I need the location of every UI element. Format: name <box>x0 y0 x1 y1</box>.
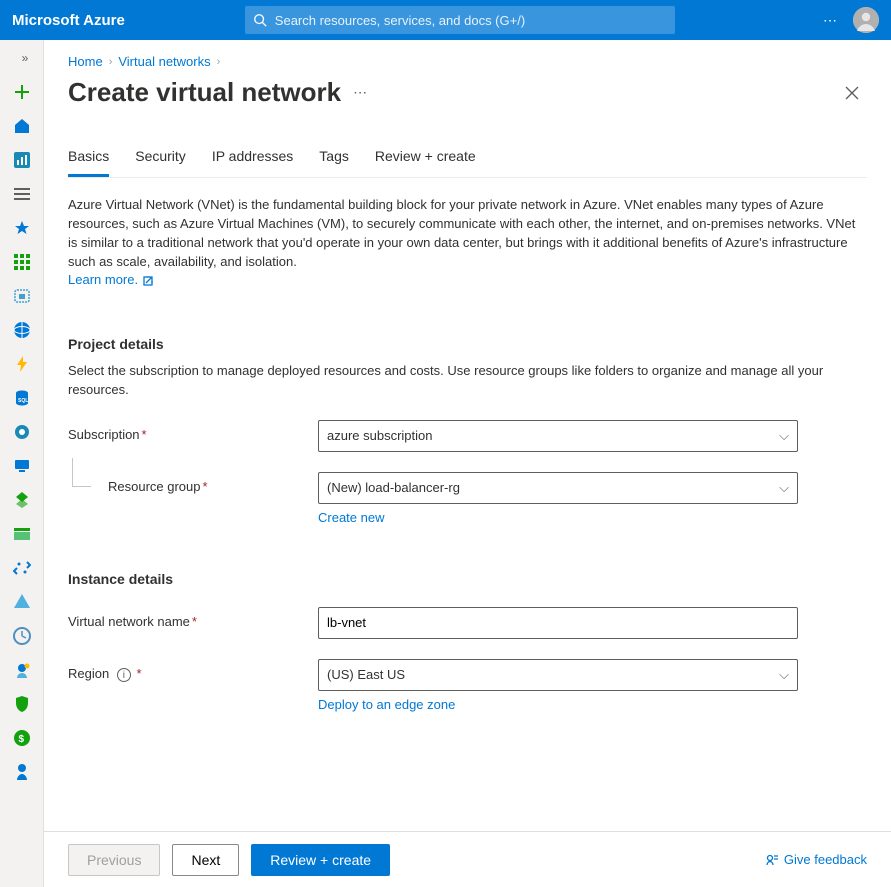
breadcrumb: Home › Virtual networks › <box>68 54 867 69</box>
main-panel: Home › Virtual networks › Create virtual… <box>44 40 891 887</box>
previous-button[interactable]: Previous <box>68 844 160 876</box>
storage-accounts-icon[interactable] <box>10 522 34 546</box>
brand-label: Microsoft Azure <box>12 12 125 29</box>
account-avatar[interactable] <box>853 7 879 33</box>
create-new-rg-link[interactable]: Create new <box>318 510 384 525</box>
app-services-icon[interactable] <box>10 318 34 342</box>
review-create-button[interactable]: Review + create <box>251 844 390 876</box>
chevron-down-icon: ⌵ <box>779 667 789 683</box>
create-resource-icon[interactable] <box>10 80 34 104</box>
function-app-icon[interactable] <box>10 352 34 376</box>
region-label: Region i * <box>68 659 318 683</box>
dashboard-icon[interactable] <box>10 148 34 172</box>
global-search[interactable] <box>245 6 675 34</box>
feedback-icon <box>765 853 779 867</box>
help-support-icon[interactable] <box>10 760 34 784</box>
region-value: (US) East US <box>327 667 405 682</box>
learn-more-link[interactable]: Learn more. <box>68 271 154 290</box>
resource-groups-icon[interactable] <box>10 284 34 308</box>
person-icon <box>853 7 879 33</box>
chevron-right-icon: › <box>109 56 113 68</box>
virtual-machines-icon[interactable] <box>10 454 34 478</box>
expand-nav-icon[interactable]: » <box>13 46 37 70</box>
resource-group-select[interactable]: (New) load-balancer-rg ⌵ <box>318 472 798 504</box>
subscription-value: azure subscription <box>327 428 433 443</box>
sql-database-icon[interactable]: SQL <box>10 386 34 410</box>
monitor-icon[interactable] <box>10 624 34 648</box>
topbar-more-button[interactable]: ⋯ <box>823 12 839 29</box>
give-feedback-link[interactable]: Give feedback <box>765 852 867 867</box>
chevron-down-icon: ⌵ <box>779 428 789 444</box>
load-balancers-icon[interactable] <box>10 488 34 512</box>
chevron-right-icon: › <box>217 56 221 68</box>
intro-paragraph: Azure Virtual Network (VNet) is the fund… <box>68 197 855 269</box>
close-blade-button[interactable] <box>837 82 867 104</box>
all-resources-icon[interactable] <box>10 250 34 274</box>
project-details-heading: Project details <box>68 336 867 352</box>
instance-details-heading: Instance details <box>68 571 867 587</box>
top-bar: Microsoft Azure ⋯ <box>0 0 891 40</box>
region-select[interactable]: (US) East US ⌵ <box>318 659 798 691</box>
close-icon <box>845 86 859 100</box>
project-details-desc: Select the subscription to manage deploy… <box>68 362 867 400</box>
info-icon[interactable]: i <box>117 668 131 682</box>
vnet-name-input-wrap <box>318 607 798 639</box>
tab-basics[interactable]: Basics <box>68 148 109 177</box>
cost-management-icon[interactable]: $ <box>10 726 34 750</box>
favorites-icon[interactable] <box>10 216 34 240</box>
left-nav: » SQL $ <box>0 40 44 887</box>
subscription-label: Subscription* <box>68 420 318 442</box>
all-services-icon[interactable] <box>10 182 34 206</box>
search-input[interactable] <box>275 13 667 28</box>
deploy-edge-zone-link[interactable]: Deploy to an edge zone <box>318 697 455 712</box>
intro-text: Azure Virtual Network (VNet) is the fund… <box>68 196 867 290</box>
page-title: Create virtual network <box>68 77 341 108</box>
security-center-icon[interactable] <box>10 692 34 716</box>
advisor-icon[interactable] <box>10 658 34 682</box>
breadcrumb-vnets[interactable]: Virtual networks <box>118 54 210 69</box>
tab-ip-addresses[interactable]: IP addresses <box>212 148 293 177</box>
wizard-tabs: Basics Security IP addresses Tags Review… <box>68 148 867 178</box>
breadcrumb-home[interactable]: Home <box>68 54 103 69</box>
tab-tags[interactable]: Tags <box>319 148 349 177</box>
wizard-footer: Previous Next Review + create Give feedb… <box>44 831 891 887</box>
chevron-down-icon: ⌵ <box>779 480 789 496</box>
home-icon[interactable] <box>10 114 34 138</box>
resource-group-value: (New) load-balancer-rg <box>327 480 460 495</box>
vnet-name-label: Virtual network name* <box>68 607 318 629</box>
vnet-name-input[interactable] <box>327 615 789 630</box>
svg-text:$: $ <box>18 734 24 745</box>
next-button[interactable]: Next <box>172 844 239 876</box>
tab-review-create[interactable]: Review + create <box>375 148 476 177</box>
external-link-icon <box>142 275 154 287</box>
learn-more-label: Learn more. <box>68 271 138 290</box>
subscription-select[interactable]: azure subscription ⌵ <box>318 420 798 452</box>
tab-security[interactable]: Security <box>135 148 186 177</box>
feedback-label: Give feedback <box>784 852 867 867</box>
search-icon <box>253 13 275 27</box>
svg-text:SQL: SQL <box>18 398 28 404</box>
azure-ad-icon[interactable] <box>10 590 34 614</box>
resource-group-label: Resource group* <box>68 472 318 494</box>
page-more-button[interactable]: ⋯ <box>353 84 369 101</box>
virtual-networks-icon[interactable] <box>10 556 34 580</box>
cosmos-db-icon[interactable] <box>10 420 34 444</box>
